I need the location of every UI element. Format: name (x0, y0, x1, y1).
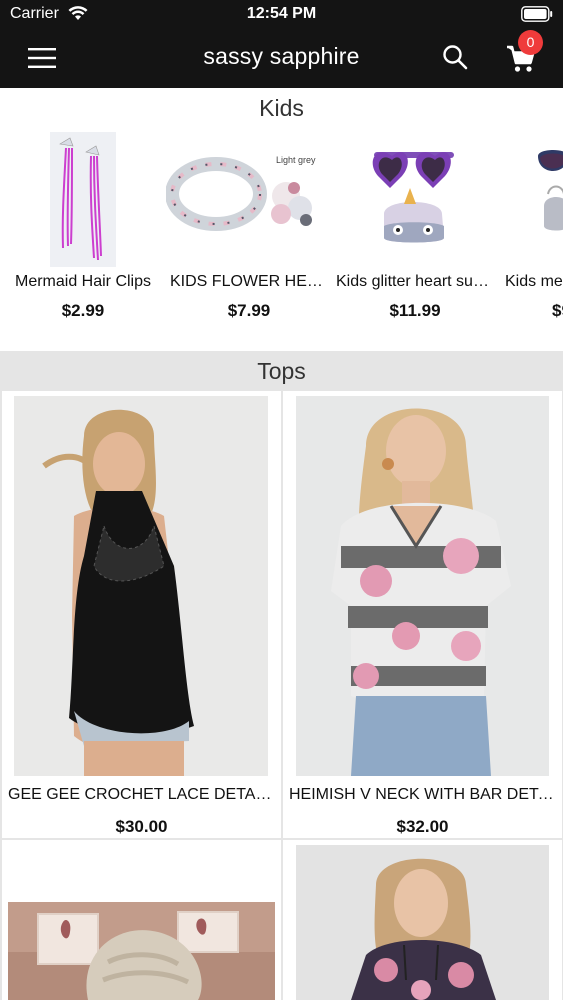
product-card-kids-mermaid[interactable]: Kids mermaid $9.99 (498, 126, 563, 336)
product-card-gee-gee-crochet-top[interactable]: GEE GEE CROCHET LACE DETAIL TOP $30.00 (2, 391, 281, 838)
product-card-partial[interactable] (283, 840, 562, 1000)
product-image (50, 132, 116, 267)
product-price: $2.99 (61, 301, 105, 320)
top-bar: Carrier 12:54 PM sassy sapphire 0 (0, 0, 563, 88)
product-image (296, 396, 549, 776)
product-card-heimish-v-neck-top[interactable]: HEIMISH V NECK WITH BAR DETAIL TOP $32.0… (283, 391, 562, 838)
product-price: $7.99 (227, 301, 271, 320)
product-price: $32.00 (396, 817, 449, 836)
product-name: Kids glitter heart sunglasses (336, 273, 494, 290)
tops-grid: GEE GEE CROCHET LACE DETAIL TOP $30.00 H… (0, 389, 563, 1000)
product-image (8, 902, 275, 1000)
product-name: KIDS FLOWER HEADBAND (170, 273, 328, 290)
section-title-tops: Tops (0, 351, 563, 389)
product-image (372, 152, 454, 243)
status-time: 12:54 PM (246, 5, 317, 22)
product-name: HEIMISH V NECK WITH BAR DETAIL TOP (289, 786, 556, 803)
cart-count-badge: 0 (518, 30, 543, 55)
section-title-kids: Kids (0, 90, 563, 126)
battery-icon (521, 6, 553, 22)
product-card-kids-glitter-heart-sunglasses[interactable]: Kids glitter heart sunglasses $11.99 (332, 126, 498, 336)
nav-bar: sassy sapphire 0 (0, 30, 563, 88)
image-caption: Light grey (276, 155, 316, 165)
store-title: sassy sapphire (203, 43, 360, 69)
kids-carousel[interactable]: Mermaid Hair Clips $2.99 Light grey KIDS… (0, 126, 563, 351)
product-image (296, 845, 549, 1000)
product-image (538, 150, 563, 231)
product-card-mermaid-hair-clips[interactable]: Mermaid Hair Clips $2.99 (0, 126, 166, 336)
product-image (14, 396, 268, 776)
product-price: $11.99 (389, 301, 441, 320)
product-name: Mermaid Hair Clips (14, 273, 152, 290)
product-price: $9.99 (552, 301, 563, 320)
product-name: GEE GEE CROCHET LACE DETAIL TOP (8, 786, 275, 803)
search-icon[interactable] (442, 44, 468, 70)
product-card-kids-flower-headband[interactable]: Light grey KIDS FLOWER HEADBAND $7.99 (166, 126, 332, 336)
product-name: Kids mermaid (505, 273, 563, 290)
status-bar: Carrier 12:54 PM (0, 0, 563, 30)
product-image (166, 157, 312, 231)
product-price: $30.00 (115, 817, 168, 836)
product-card-partial[interactable] (2, 840, 281, 1000)
